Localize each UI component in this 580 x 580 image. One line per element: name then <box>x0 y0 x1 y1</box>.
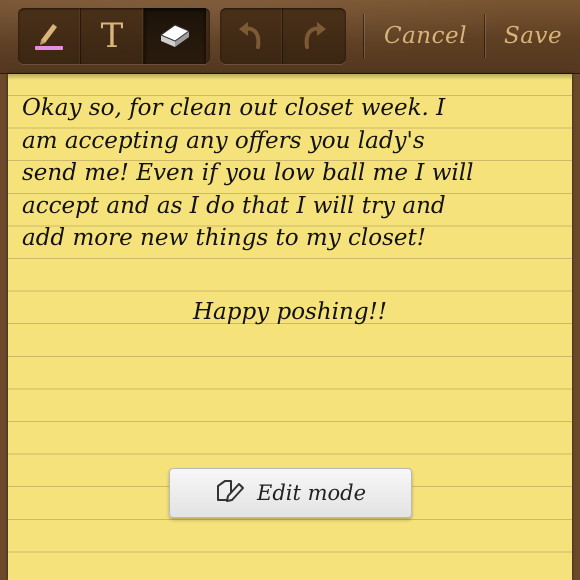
eraser-tool-button[interactable] <box>144 8 206 64</box>
cancel-button[interactable]: Cancel <box>384 20 467 52</box>
history-group <box>220 8 346 64</box>
drawing-tools-group: T <box>18 8 210 64</box>
top-toolbar: T Cancel Save <box>0 0 580 74</box>
note-line: add more new things to my closet! <box>22 225 427 252</box>
note-closing: Happy poshing!! <box>192 299 388 325</box>
note-line: Okay so, for clean out closet week. I <box>22 95 446 121</box>
toolbar-divider <box>363 14 364 58</box>
paper-shadow <box>8 74 572 80</box>
note-line: am accepting any offers you lady's <box>22 127 425 154</box>
undo-icon <box>236 17 266 55</box>
edit-mode-label: Edit mode <box>256 481 367 505</box>
toolbar-divider <box>484 14 485 58</box>
note-line: accept and as I do that I will try and <box>22 192 446 219</box>
save-button[interactable]: Save <box>504 20 562 52</box>
redo-icon <box>299 17 329 55</box>
redo-button[interactable] <box>283 8 345 64</box>
eraser-icon <box>155 17 195 55</box>
text-tool-icon: T <box>100 16 124 56</box>
text-tool-button[interactable]: T <box>81 8 144 64</box>
undo-button[interactable] <box>220 8 283 64</box>
edit-mode-button[interactable]: Edit mode <box>169 468 412 518</box>
edit-mode-icon <box>215 478 245 508</box>
pen-icon <box>31 16 67 56</box>
note-line: send me! Even if you low ball me I will <box>22 160 474 187</box>
pen-tool-button[interactable] <box>18 8 81 64</box>
note-body[interactable]: Okay so, for clean out closet week. I am… <box>22 92 562 255</box>
